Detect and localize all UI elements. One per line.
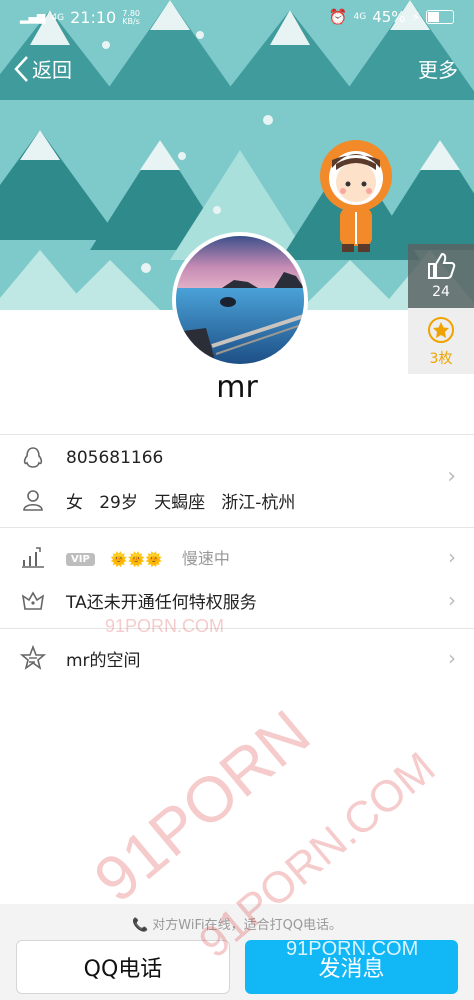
privilege-row[interactable]: TA还未开通任何特权服务 › [0, 578, 474, 622]
profile-name: mr [216, 370, 258, 405]
star-button[interactable]: 3枚 [408, 308, 474, 374]
alarm-icon: ⏰ [328, 8, 348, 26]
sun-level-icons: 🌞🌞🌞 [110, 552, 163, 568]
avatar[interactable] [172, 232, 308, 368]
network-label-right: 4G [353, 12, 367, 22]
profile-details: 女 29岁 天蝎座 浙江-杭州 [66, 488, 295, 513]
thumbs-up-icon [428, 252, 456, 279]
space-label: mr的空间 [66, 650, 141, 671]
age: 29岁 [99, 492, 138, 513]
vip-badge: VIP [66, 552, 95, 566]
space-row[interactable]: mr的空间 › [0, 636, 474, 680]
back-arrow-icon [14, 55, 28, 82]
chevron-right-icon: › [447, 464, 456, 489]
vip-info: VIP 🌞🌞🌞 慢速中 [66, 545, 230, 569]
send-message-button[interactable]: 发消息 [245, 940, 458, 994]
zodiac: 天蝎座 [154, 492, 206, 513]
privilege-text: TA还未开通任何特权服务 [66, 592, 257, 613]
qq-number: 805681166 [66, 448, 164, 468]
clock: 21:10 [70, 8, 117, 27]
divider [0, 434, 474, 435]
vip-row[interactable]: VIP 🌞🌞🌞 慢速中 › [0, 535, 474, 579]
chevron-right-icon: › [448, 545, 456, 569]
like-panel: 24 3枚 [408, 244, 474, 374]
network-label: 4G [51, 12, 65, 23]
avatar-photo [176, 236, 304, 364]
signal-icon: ▂▄▆ [20, 11, 46, 24]
chevron-right-icon: › [448, 588, 456, 612]
phone-icon: 📞 [131, 918, 149, 933]
crown-icon [21, 591, 45, 610]
location: 浙江-杭州 [221, 492, 296, 513]
speed-status: 慢速中 [181, 549, 230, 568]
battery-percent: 45% [372, 8, 406, 26]
status-bar: ▂▄▆ 4G 21:10 7.80 KB/s ⏰ 4G 45% ⚡ [0, 0, 474, 36]
back-label: 返回 [32, 58, 72, 82]
chevron-right-icon: › [448, 646, 456, 670]
watermark: 91PORN [80, 696, 324, 916]
speed-unit: KB/s [122, 16, 140, 26]
like-button[interactable]: 24 [408, 244, 474, 308]
bottom-bar: 📞 对方WiFi在线，适合打QQ电话。 QQ电话 发消息 [0, 904, 474, 1000]
battery-icon [426, 10, 454, 24]
level-bars-icon [22, 547, 44, 568]
qq-penguin-icon [23, 447, 43, 468]
qzone-star-icon [20, 645, 46, 670]
back-button[interactable]: 返回 [12, 54, 72, 83]
divider [0, 527, 474, 528]
gender: 女 [66, 492, 83, 513]
like-count: 24 [432, 284, 450, 300]
star-count: 3枚 [429, 351, 453, 367]
star-badge-icon [428, 317, 454, 343]
top-nav: 返回 更多 [0, 44, 474, 94]
call-tip: 📞 对方WiFi在线，适合打QQ电话。 [0, 914, 474, 933]
more-button[interactable]: 更多 [418, 54, 458, 83]
person-icon [23, 490, 43, 511]
divider [0, 628, 474, 629]
call-tip-text: 对方WiFi在线，适合打QQ电话。 [152, 918, 343, 933]
charging-icon: ⚡ [411, 10, 420, 24]
qq-call-button[interactable]: QQ电话 [16, 940, 230, 994]
profile-info-row[interactable]: 805681166 女 29岁 天蝎座 浙江-杭州 › [0, 436, 474, 526]
